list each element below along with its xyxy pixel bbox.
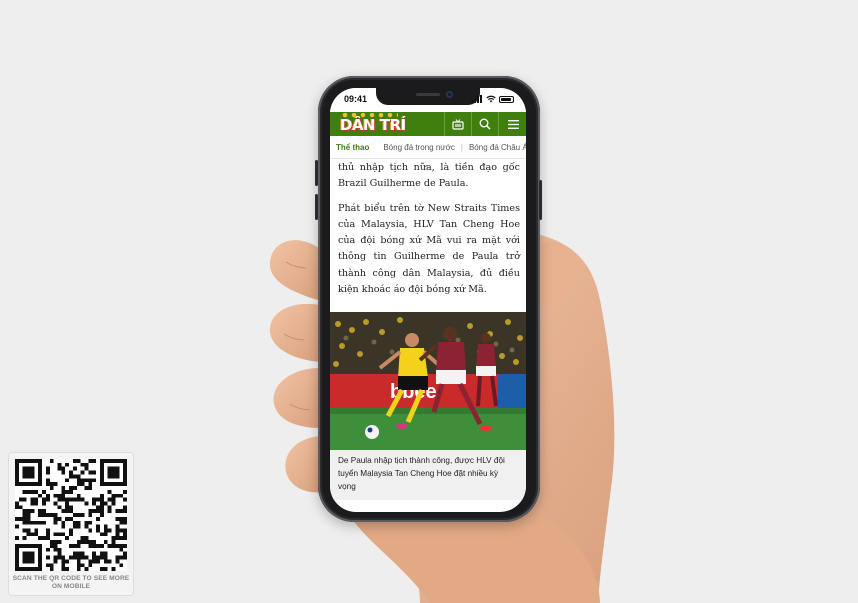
tv-icon <box>452 118 464 130</box>
speaker <box>416 93 440 96</box>
notch <box>376 88 480 105</box>
breadcrumb-divider: | <box>460 142 463 152</box>
article-body: thủ nhập tịch nữa, là tiền đạo gốc Brazi… <box>338 160 520 306</box>
menu-button[interactable] <box>498 112 526 136</box>
article-photo[interactable]: bbee <box>330 312 526 450</box>
volume-down-button <box>315 194 318 220</box>
article-paragraph: thủ nhập tịch nữa, là tiền đạo gốc Brazi… <box>338 162 520 190</box>
status-time: 09:41 <box>344 94 368 104</box>
volume-up-button <box>315 160 318 186</box>
qr-caption: SCAN THE QR CODE TO SEE MORE ON MOBILE <box>12 575 130 590</box>
site-header: DÂN TRÍ <box>330 112 526 136</box>
wifi-icon <box>486 95 496 103</box>
menu-icon <box>507 119 519 129</box>
status-bar: 09:41 <box>330 88 526 112</box>
breadcrumb-item-bong-da-trong-nuoc[interactable]: Bóng đá trong nước <box>383 143 455 152</box>
search-button[interactable] <box>471 112 498 136</box>
qr-code-panel: SCAN THE QR CODE TO SEE MORE ON MOBILE <box>8 452 134 596</box>
search-icon <box>479 118 491 130</box>
tv-button[interactable] <box>444 112 471 136</box>
front-camera <box>446 91 453 98</box>
breadcrumb: Thể thao Bóng đá trong nước | Bóng đá Ch… <box>330 136 526 159</box>
battery-icon <box>499 95 514 103</box>
breadcrumb-item-the-thao[interactable]: Thể thao <box>336 143 369 152</box>
signal-icon <box>471 95 483 103</box>
football-photo: bbee <box>330 312 526 450</box>
system-icons <box>471 95 514 103</box>
article-paragraph: Phát biểu trên tờ New Straits Times của … <box>338 202 520 296</box>
phone-screen: 09:41 DÂN TRÍ Thể thao Bóng đá trong nướ… <box>330 88 526 512</box>
power-button <box>539 180 542 220</box>
qr-code[interactable] <box>15 459 127 571</box>
site-logo[interactable]: DÂN TRÍ <box>340 116 406 134</box>
photo-caption: De Paula nhập tịch thành công, được HLV … <box>330 450 526 500</box>
breadcrumb-item-bong-da-chau-a[interactable]: Bóng đá Châu Á <box>469 143 526 152</box>
